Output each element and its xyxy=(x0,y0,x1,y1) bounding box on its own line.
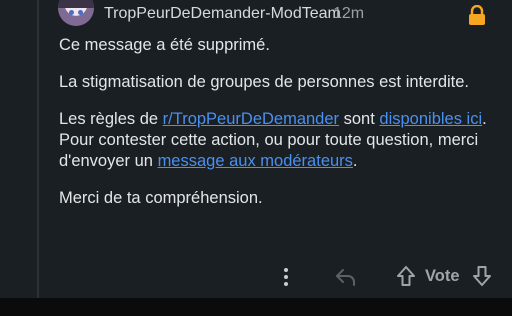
comment-body: Ce message a été supprimé. La stigmatisa… xyxy=(59,35,499,225)
downvote-icon[interactable] xyxy=(472,265,492,287)
comment-paragraph-rules: Les règles de r/TropPeurDeDemander sont … xyxy=(59,109,499,172)
subreddit-link[interactable]: r/TropPeurDeDemander xyxy=(163,110,339,128)
avatar-eye-left xyxy=(69,10,74,15)
comment-paragraph: La stigmatisation de groupes de personne… xyxy=(59,73,470,91)
avatar[interactable] xyxy=(58,0,94,26)
avatar-eye-right xyxy=(78,10,83,15)
upvote-icon[interactable] xyxy=(396,265,416,287)
comment-paragraph: Ce message a été supprimé. xyxy=(59,36,270,54)
thread-line[interactable] xyxy=(37,0,39,298)
bottom-bar xyxy=(0,298,512,316)
rules-link[interactable]: disponibles ici xyxy=(379,110,482,128)
comment-timestamp: 12m xyxy=(333,5,365,22)
lock-icon xyxy=(469,5,485,25)
message-moderators-link[interactable]: message aux modérateurs xyxy=(158,152,353,170)
reply-icon[interactable] xyxy=(334,267,358,287)
avatar-hair xyxy=(58,0,94,8)
comment-card: TropPeurDeDemander-ModTeam 12m Ce messag… xyxy=(0,0,512,298)
more-icon[interactable] xyxy=(281,266,291,288)
comment-actions: Vote xyxy=(0,262,512,292)
comment-author[interactable]: TropPeurDeDemander-ModTeam xyxy=(104,5,341,23)
rules-text: Les règles de xyxy=(59,110,163,128)
vote-label: Vote xyxy=(425,267,460,285)
rules-text: sont xyxy=(339,110,380,128)
rules-text: . xyxy=(352,152,358,170)
comment-paragraph: Merci de ta compréhension. xyxy=(59,189,263,207)
